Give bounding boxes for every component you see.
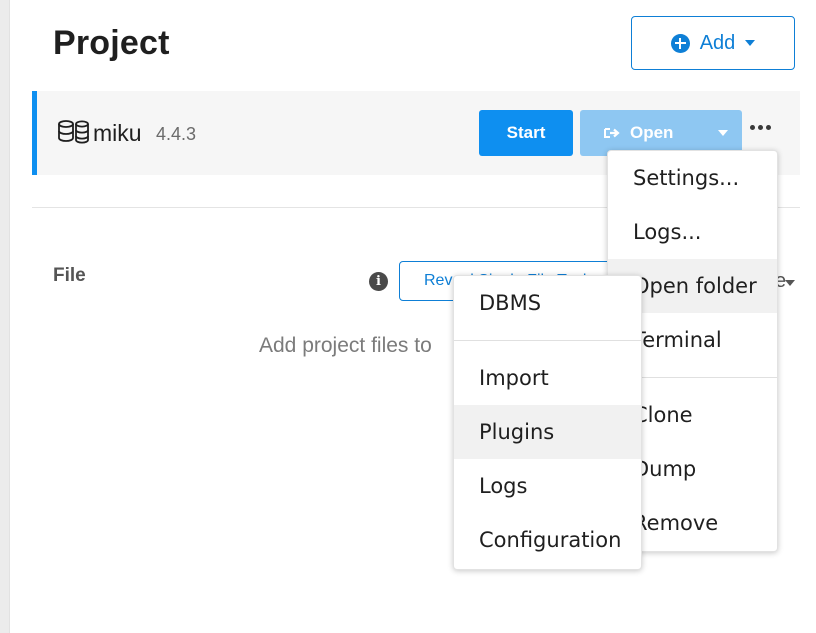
sign-in-icon xyxy=(604,128,620,138)
start-button[interactable]: Start xyxy=(479,110,573,156)
dbms-context-menu: DBMS Import Plugins Logs Configuration xyxy=(453,275,642,570)
chevron-down-icon xyxy=(745,40,756,46)
page-title: Project xyxy=(53,24,170,62)
database-icon xyxy=(58,120,89,144)
left-scroll-strip xyxy=(0,0,10,633)
more-options-button[interactable] xyxy=(750,125,771,130)
add-button[interactable]: Add xyxy=(631,16,795,70)
plus-circle-icon xyxy=(670,33,690,53)
menu-item-settings[interactable]: Settings... xyxy=(608,151,777,205)
dbms-version: 4.4.3 xyxy=(156,124,197,144)
menu-item-logs[interactable]: Logs xyxy=(454,459,641,513)
file-section-title: File xyxy=(53,265,86,286)
dbms-name: miku xyxy=(93,120,142,146)
empty-files-hint: Add project files to xyxy=(259,334,432,357)
menu-item-dbms[interactable]: DBMS xyxy=(454,276,641,330)
menu-item-logs[interactable]: Logs... xyxy=(608,205,777,259)
menu-item-configuration[interactable]: Configuration xyxy=(454,513,641,567)
chevron-down-icon[interactable] xyxy=(785,280,795,286)
info-icon[interactable]: i xyxy=(369,272,388,291)
add-button-label: Add xyxy=(699,31,736,54)
dot-icon xyxy=(758,125,763,130)
menu-item-import[interactable]: Import xyxy=(454,351,641,405)
dot-icon xyxy=(766,125,771,130)
menu-separator xyxy=(454,340,641,341)
menu-item-plugins[interactable]: Plugins xyxy=(454,405,641,459)
open-button-label: Open xyxy=(630,123,674,142)
dot-icon xyxy=(750,125,755,130)
caret-down-icon xyxy=(718,130,728,136)
